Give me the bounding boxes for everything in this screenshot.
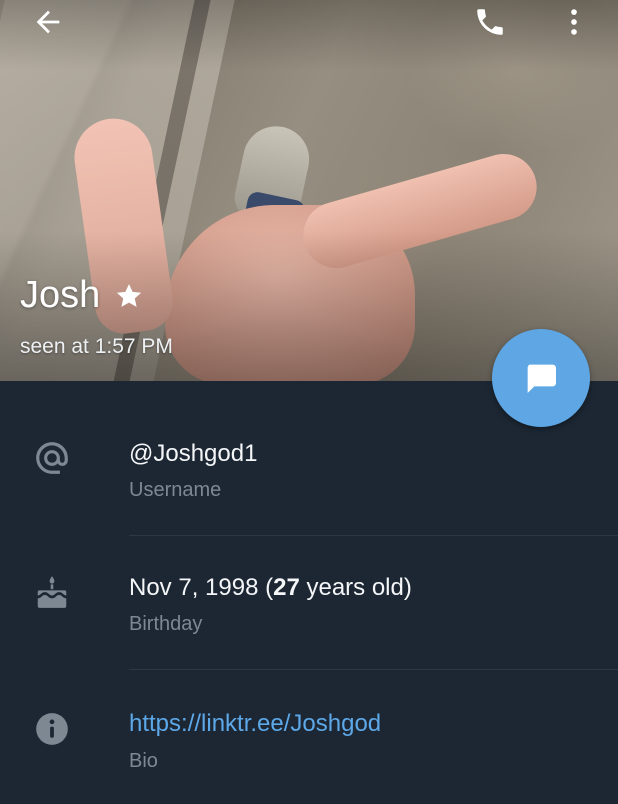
phone-icon [477,9,503,35]
birthday-label: Birthday [129,613,203,635]
info-icon [30,707,74,751]
username-label: Username [129,479,222,501]
bio-link[interactable]: https://linktr.ee/Joshgod [129,710,381,738]
birthday-age-suffix: years old) [299,574,412,601]
profile-name-row: Josh [20,274,144,317]
message-icon [527,364,556,393]
at-sign-icon [30,436,74,480]
birthday-value[interactable]: Nov 7, 1998 (27 years old) [129,574,412,602]
more-options-button[interactable] [552,0,596,44]
username-row[interactable]: @Joshgod1 Username [0,402,618,536]
star-icon [117,283,142,307]
username-value[interactable]: @Joshgod1 [129,440,257,468]
profile-header[interactable]: Josh seen at 1:57 PM [0,0,618,381]
more-vertical-icon [571,9,577,35]
topbar-shade [0,0,618,70]
back-arrow-icon [36,10,60,34]
bio-label: Bio [129,750,158,772]
back-button[interactable] [26,0,70,44]
call-button[interactable] [468,0,512,44]
cake-icon [30,570,74,614]
birthday-row[interactable]: Nov 7, 1998 (27 years old) Birthday [0,536,618,670]
birthday-date: Nov 7, 1998 ( [129,574,274,601]
bio-row[interactable]: https://linktr.ee/Joshgod Bio [0,670,618,804]
last-seen-status: seen at 1:57 PM [20,335,173,358]
birthday-age: 27 [273,574,300,601]
profile-name: Josh [20,274,101,316]
